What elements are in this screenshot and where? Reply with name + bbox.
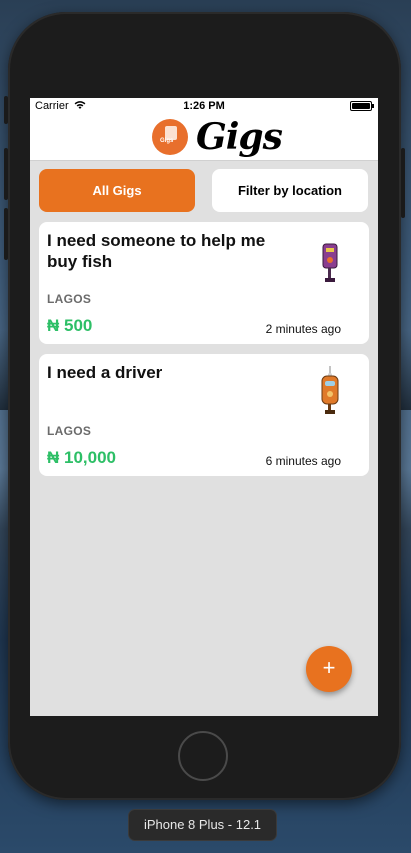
device-label: iPhone 8 Plus - 12.1 <box>129 810 276 840</box>
gig-time: 6 minutes ago <box>265 454 341 468</box>
gig-card[interactable]: I need someone to help me buy fish LAGOS… <box>39 222 369 344</box>
app-screen: Carrier 1:26 PM Gigs Gigs All Gigs Filte… <box>30 98 378 716</box>
gig-location: LAGOS <box>47 424 92 438</box>
gig-price: ₦ 500 <box>47 316 93 335</box>
gig-location: LAGOS <box>47 292 92 306</box>
nav-bar: Gigs Gigs <box>30 114 378 161</box>
volume-down-button <box>4 208 8 260</box>
mute-switch <box>4 96 8 124</box>
app-title: Gigs <box>196 116 283 158</box>
purple-robot-icon <box>322 243 338 282</box>
battery-icon <box>350 101 374 111</box>
gig-title: I need someone to help me buy fish <box>47 231 266 271</box>
status-bar: Carrier 1:26 PM <box>30 98 378 114</box>
home-button[interactable] <box>178 731 228 781</box>
add-gig-button[interactable]: + <box>306 646 352 692</box>
orange-robot-icon <box>321 366 339 414</box>
tab-filter-by-location[interactable]: Filter by location <box>212 169 368 212</box>
gig-title: I need a driver <box>47 363 163 382</box>
clock: 1:26 PM <box>183 100 225 112</box>
volume-up-button <box>4 148 8 200</box>
app-logo-icon: Gigs <box>152 119 188 155</box>
gig-card[interactable]: I need a driver LAGOS ₦ 10,000 6 minutes… <box>39 354 369 476</box>
gig-time: 2 minutes ago <box>265 322 341 336</box>
tab-all-gigs[interactable]: All Gigs <box>39 169 195 212</box>
power-button <box>401 148 405 218</box>
gig-price: ₦ 10,000 <box>47 448 116 467</box>
